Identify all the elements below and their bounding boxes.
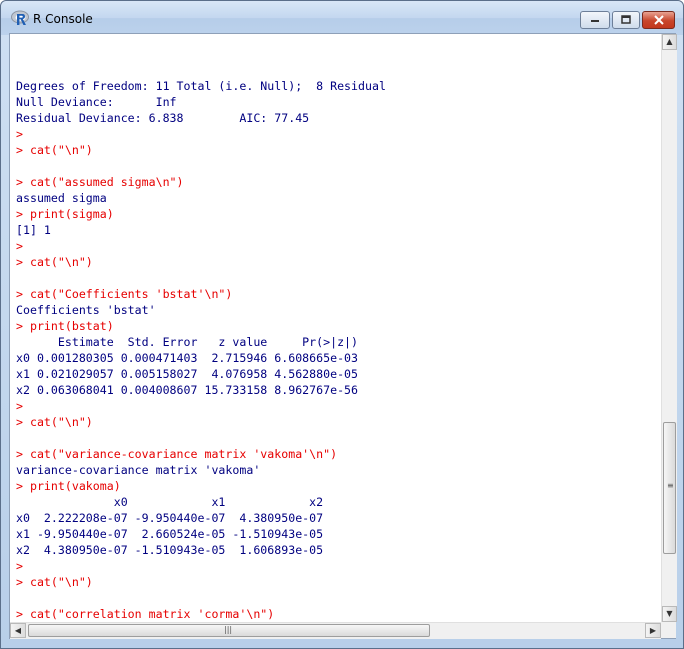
- console-input-line: > print(bstat): [16, 319, 114, 333]
- scroll-right-button[interactable]: ▶: [645, 623, 661, 638]
- console-input-line: > cat("\n"): [16, 415, 93, 429]
- window-title: R Console: [33, 12, 93, 26]
- console-input-line: > cat("\n"): [16, 143, 93, 157]
- arrow-up-icon: ▲: [666, 37, 673, 46]
- console-output-line: Degrees of Freedom: 11 Total (i.e. Null)…: [16, 79, 386, 93]
- minimize-button[interactable]: [580, 11, 610, 29]
- console-output-line: Coefficients 'bstat': [16, 303, 156, 317]
- scroll-down-button[interactable]: ▼: [662, 606, 677, 622]
- console-output-line: x1 -9.950440e-07 2.660524e-05 -1.510943e…: [16, 527, 324, 541]
- r-console-window: R Console Degrees of Freedom: 11 Total (…: [0, 0, 684, 649]
- console-input-line: > cat("assumed sigma\n"): [16, 175, 184, 189]
- vertical-scrollbar[interactable]: ▲ ≡ ▼: [661, 34, 677, 622]
- console-output-line: x2 0.063068041 0.004008607 15.733158 8.9…: [16, 383, 359, 397]
- console-input-line: >: [16, 399, 23, 413]
- maximize-button[interactable]: [612, 11, 640, 29]
- console-input-line: > cat("\n"): [16, 255, 93, 269]
- console-input-line: >: [16, 239, 23, 253]
- scroll-up-button[interactable]: ▲: [662, 34, 677, 50]
- console-output-line: x0 x1 x2: [16, 495, 324, 509]
- console-input-line: > cat("\n"): [16, 575, 93, 589]
- console-output-line: assumed sigma: [16, 191, 107, 205]
- arrow-down-icon: ▼: [666, 609, 673, 618]
- console-output-line: x2 4.380950e-07 -1.510943e-05 1.606893e-…: [16, 543, 324, 557]
- title-bar[interactable]: R Console: [1, 1, 683, 35]
- console-output-line: Estimate Std. Error z value Pr(>|z|): [16, 335, 359, 349]
- r-logo-icon: [11, 10, 29, 25]
- console-input-line: > cat("Coefficients 'bstat'\n"): [16, 287, 233, 301]
- maximize-icon: [621, 15, 631, 24]
- arrow-right-icon: ▶: [649, 626, 657, 635]
- horizontal-scrollbar[interactable]: ◀ ||| ▶: [10, 622, 661, 639]
- scroll-left-button[interactable]: ◀: [10, 623, 26, 638]
- console-input-line: > cat("variance-covariance matrix 'vakom…: [16, 447, 338, 461]
- console-input-line: > print(sigma): [16, 207, 114, 221]
- console-output-line: x1 0.021029057 0.005158027 4.076958 4.56…: [16, 367, 359, 381]
- console-output[interactable]: Degrees of Freedom: 11 Total (i.e. Null)…: [16, 62, 656, 626]
- console-output-line: x0 2.222208e-07 -9.950440e-07 4.380950e-…: [16, 511, 324, 525]
- close-icon: [653, 15, 664, 25]
- vertical-scroll-thumb[interactable]: ≡: [663, 422, 676, 554]
- console-output-line: [1] 1: [16, 223, 51, 237]
- console-output-line: variance-covariance matrix 'vakoma': [16, 463, 261, 477]
- console-output-line: Null Deviance: Inf: [16, 95, 177, 109]
- grip-icon: ≡: [667, 481, 674, 490]
- console-input-line: > cat("correlation matrix 'corma'\n"): [16, 607, 275, 621]
- console-output-line: x0 0.001280305 0.000471403 2.715946 6.60…: [16, 351, 359, 365]
- arrow-left-icon: ◀: [14, 626, 22, 635]
- minimize-icon: [591, 20, 599, 22]
- scrollbar-corner: [661, 622, 676, 638]
- console-client-area: Degrees of Freedom: 11 Total (i.e. Null)…: [9, 33, 677, 639]
- close-button[interactable]: [642, 11, 675, 29]
- console-input-line: > print(vakoma): [16, 479, 121, 493]
- console-input-line: >: [16, 127, 23, 141]
- grip-icon: |||: [224, 625, 233, 634]
- horizontal-scroll-thumb[interactable]: |||: [28, 624, 430, 637]
- console-output-line: Residual Deviance: 6.838 AIC: 77.45: [16, 111, 310, 125]
- console-input-line: >: [16, 559, 23, 573]
